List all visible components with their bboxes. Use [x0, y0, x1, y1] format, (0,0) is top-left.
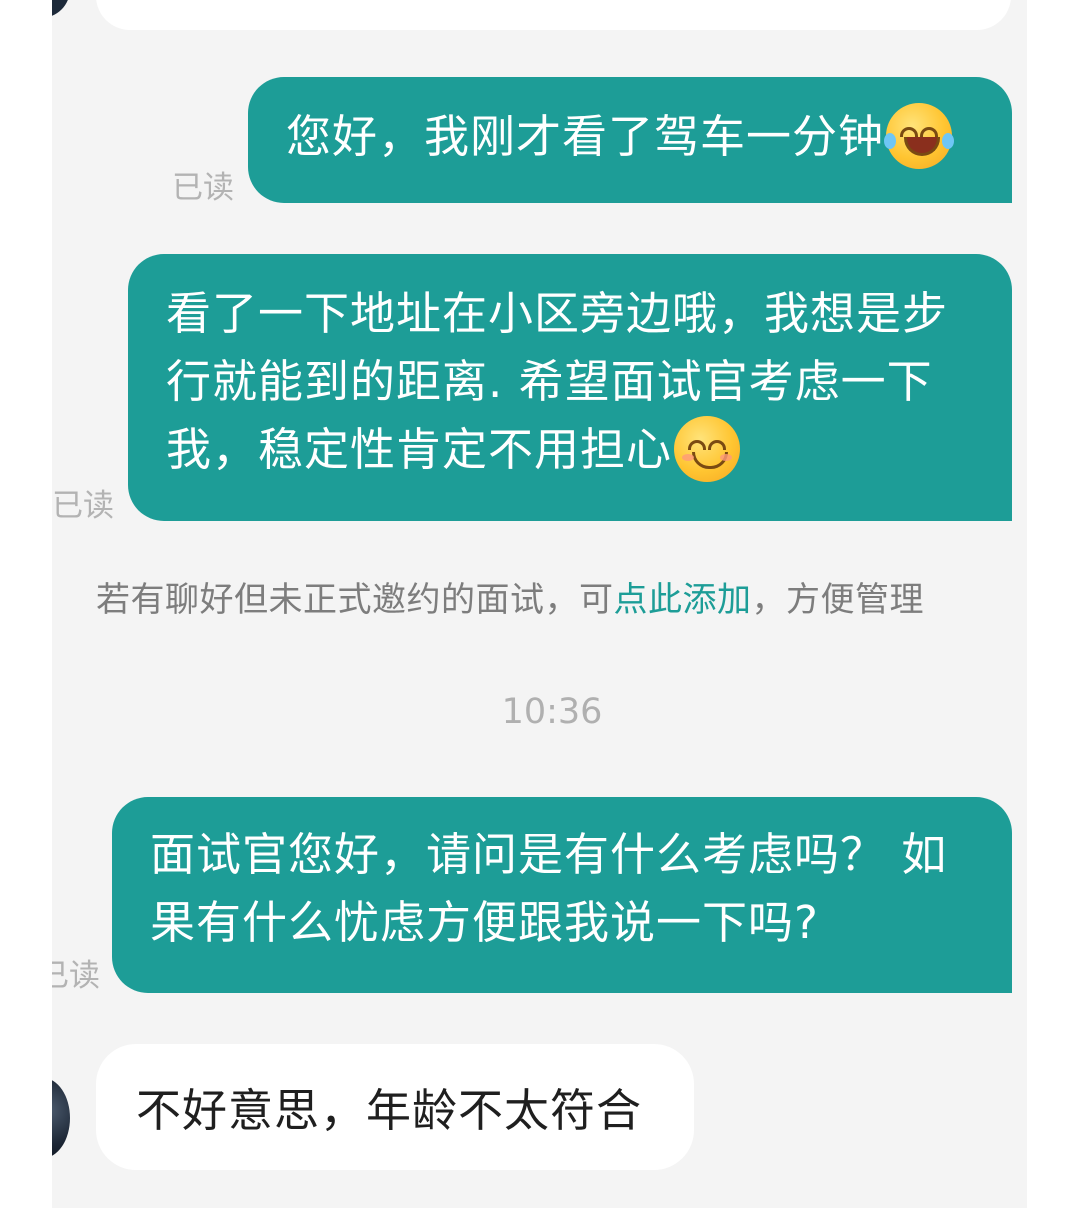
laughing-tears-emoji-icon	[884, 103, 955, 169]
read-status: 已读	[52, 488, 114, 524]
message-timestamp: 10:36	[501, 692, 603, 732]
incoming-message-bubble-partial	[96, 0, 1011, 30]
incoming-message-bubble[interactable]: 不好意思，年龄不太符合	[96, 1044, 694, 1170]
notice-text: 若有聊好但未正式邀约的面试，可	[96, 580, 614, 620]
chat-frame: 您好，我刚才看了驾车一分钟 已读 看了一下地址在小区旁边哦，我想是步 行就能到的…	[52, 0, 1027, 1208]
message-text-line: 行就能到的距离. 希望面试官考虑一下	[166, 355, 933, 408]
message-text-line: 果有什么忧虑方便跟我说一下吗?	[150, 896, 819, 949]
outgoing-message-bubble[interactable]: 面试官您好，请问是有什么考虑吗？ 如 果有什么忧虑方便跟我说一下吗?	[112, 797, 1012, 993]
message-text-line: 看了一下地址在小区旁边哦，我想是步	[166, 287, 949, 340]
message-text-line: 面试官您好，请问是有什么考虑吗？ 如	[150, 828, 948, 881]
add-interview-link[interactable]: 点此添加	[614, 580, 752, 620]
contact-avatar[interactable]	[52, 1078, 70, 1158]
outgoing-message-bubble[interactable]: 看了一下地址在小区旁边哦，我想是步 行就能到的距离. 希望面试官考虑一下 我，稳…	[128, 254, 1012, 521]
contact-avatar[interactable]	[52, 0, 70, 18]
read-status: 已读	[172, 170, 234, 206]
outgoing-message-bubble[interactable]: 您好，我刚才看了驾车一分钟	[248, 77, 1012, 203]
message-text: 您好，我刚才看了驾车一分钟	[286, 110, 885, 163]
read-status: 已读	[52, 958, 100, 994]
interview-add-notice: 若有聊好但未正式邀约的面试，可点此添加，方便管理	[96, 572, 924, 621]
notice-text: ，方便管理	[751, 580, 924, 620]
message-text-line: 我，稳定性肯定不用担心	[166, 423, 673, 476]
message-text: 不好意思，年龄不太符合	[136, 1084, 643, 1137]
smiling-blush-emoji-icon	[674, 416, 741, 482]
